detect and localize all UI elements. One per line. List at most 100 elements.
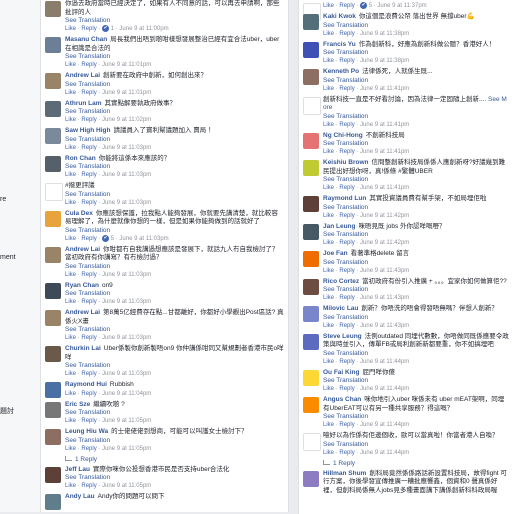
reply-button[interactable]: Reply xyxy=(81,236,96,242)
like-button[interactable]: Like xyxy=(323,268,334,274)
like-button[interactable]: Like xyxy=(65,335,76,341)
comment-author[interactable]: Andrew Lai xyxy=(65,309,100,316)
reply-button[interactable]: Reply xyxy=(81,299,96,305)
see-translation-link[interactable]: See Translation xyxy=(323,140,509,148)
comment-author[interactable]: Masanu Chan xyxy=(65,36,107,43)
comment-timestamp[interactable]: June 9 at 11:01pm xyxy=(102,62,151,68)
reply-button[interactable]: Reply xyxy=(339,58,354,64)
see-translation-link[interactable]: See Translation xyxy=(323,22,509,30)
comment-timestamp[interactable]: June 9 at 11:03pm xyxy=(102,371,151,377)
comment-timestamp[interactable]: June 9 at 11:38pm xyxy=(360,58,409,64)
like-button[interactable]: Like xyxy=(323,86,334,92)
avatar[interactable] xyxy=(303,433,321,452)
comment-author[interactable]: Saw High High xyxy=(65,127,111,134)
comment-author[interactable]: Cula Dex xyxy=(65,210,93,217)
see-translation-link[interactable]: See Translation xyxy=(65,227,284,235)
reply-button[interactable]: Reply xyxy=(81,145,96,151)
avatar[interactable] xyxy=(45,183,63,202)
like-button[interactable]: Like xyxy=(323,213,334,219)
comment-author[interactable]: Steve Leung xyxy=(323,333,362,340)
comment-timestamp[interactable]: June 9 at 11:03pm xyxy=(102,335,151,341)
avatar[interactable] xyxy=(45,100,61,117)
avatar[interactable] xyxy=(303,306,319,323)
comment-author[interactable]: Ron Chan xyxy=(65,155,96,162)
comment-author[interactable]: Eric Sze xyxy=(65,401,90,408)
reply-button[interactable]: Reply xyxy=(81,391,96,397)
comment-timestamp[interactable]: June 9 at 11:38pm xyxy=(360,31,409,37)
avatar[interactable] xyxy=(303,132,319,149)
comment-author[interactable]: Churkin Lai xyxy=(65,345,101,352)
comment-timestamp[interactable]: June 9 at 11:41pm xyxy=(360,149,409,155)
comment-author[interactable]: Rico Cortez xyxy=(323,278,359,285)
avatar[interactable] xyxy=(303,251,319,268)
comment-timestamp[interactable]: June 9 at 11:43pm xyxy=(360,268,409,274)
replies-count-label[interactable]: 1 Reply xyxy=(333,460,355,467)
see-translation-link[interactable]: See Translation xyxy=(65,474,284,482)
like-button[interactable]: Like xyxy=(65,391,76,397)
see-translation-link[interactable]: See Translation xyxy=(65,409,284,417)
like-button[interactable]: Like xyxy=(65,272,76,278)
reply-button[interactable]: Reply xyxy=(81,117,96,123)
see-translation-link[interactable]: See Translation xyxy=(323,113,509,121)
reply-button[interactable]: Reply xyxy=(81,371,96,377)
like-button[interactable]: Like xyxy=(323,386,334,392)
see-translation-link[interactable]: See Translation xyxy=(323,377,509,385)
comment-author[interactable]: Francis Yu xyxy=(323,41,356,48)
comment-timestamp[interactable]: June 9 at 11:05pm xyxy=(102,483,151,489)
comment-author[interactable]: Jan Leung xyxy=(323,223,356,230)
reply-button[interactable]: Reply xyxy=(339,31,354,37)
like-button[interactable]: Like xyxy=(65,418,76,424)
like-button[interactable]: Like xyxy=(323,149,334,155)
reply-button[interactable]: Reply xyxy=(339,386,354,392)
like-button[interactable]: Like xyxy=(323,185,334,191)
see-translation-link[interactable]: See Translation xyxy=(65,163,284,171)
comment-author[interactable]: Raymond Hui xyxy=(65,381,107,388)
see-translation-link[interactable]: See Translation xyxy=(65,81,284,89)
like-button[interactable]: Like xyxy=(323,422,334,428)
see-translation-link[interactable]: See Translation xyxy=(323,286,509,294)
like-button[interactable]: Like xyxy=(65,172,76,178)
comment-timestamp[interactable]: June 9 at 11:44pm xyxy=(360,450,409,456)
reply-button[interactable]: Reply xyxy=(339,3,354,9)
avatar[interactable] xyxy=(45,429,61,446)
like-button[interactable]: Like xyxy=(65,26,76,32)
comment-timestamp[interactable]: June 9 at 11:03pm xyxy=(102,200,151,206)
avatar[interactable] xyxy=(303,14,319,31)
avatar[interactable] xyxy=(303,96,321,115)
comment-timestamp[interactable]: June 9 at 11:42pm xyxy=(360,213,409,219)
comment-timestamp[interactable]: June 9 at 11:01pm xyxy=(102,90,151,96)
comment-author[interactable]: Angus Chan xyxy=(323,396,361,403)
like-button[interactable]: Like xyxy=(65,446,76,452)
avatar[interactable] xyxy=(45,382,61,399)
comment-timestamp[interactable]: June 9 at 11:44pm xyxy=(360,422,409,428)
comment-timestamp[interactable]: June 9 at 11:05pm xyxy=(102,418,151,424)
avatar[interactable] xyxy=(45,494,61,511)
reply-button[interactable]: Reply xyxy=(339,213,354,219)
see-translation-link[interactable]: See Translation xyxy=(323,314,509,322)
like-button[interactable]: Like xyxy=(65,62,76,68)
reply-button[interactable]: Reply xyxy=(81,172,96,178)
comment-author[interactable]: Kaki Kwok xyxy=(323,13,356,20)
comment-author[interactable]: Raymond Lun xyxy=(323,195,366,202)
reply-button[interactable]: Reply xyxy=(81,418,96,424)
reply-button[interactable]: Reply xyxy=(81,62,96,68)
like-button[interactable]: Like xyxy=(323,122,334,128)
avatar[interactable] xyxy=(45,128,61,145)
see-translation-link[interactable]: See Translation xyxy=(323,350,509,358)
comment-author[interactable]: Andrew Lai xyxy=(65,246,100,253)
like-button[interactable]: Like xyxy=(323,3,334,9)
reply-button[interactable]: Reply xyxy=(81,26,96,32)
reply-button[interactable]: Reply xyxy=(81,90,96,96)
like-button[interactable]: Like xyxy=(65,145,76,151)
like-button[interactable]: Like xyxy=(65,90,76,96)
comment-timestamp[interactable]: June 9 at 11:04pm xyxy=(102,391,151,397)
reply-button[interactable]: Reply xyxy=(339,149,354,155)
like-button[interactable]: Like xyxy=(323,450,334,456)
comment-author[interactable]: Hillman Shum xyxy=(323,470,366,477)
comment-author[interactable]: Andy Lau xyxy=(65,493,95,500)
comment-author[interactable]: Milovic Lau xyxy=(323,305,358,312)
see-translation-link[interactable]: See Translation xyxy=(65,263,284,271)
avatar[interactable] xyxy=(45,346,61,363)
avatar[interactable] xyxy=(303,369,319,386)
comment-author[interactable]: Ryan Chan xyxy=(65,282,99,289)
